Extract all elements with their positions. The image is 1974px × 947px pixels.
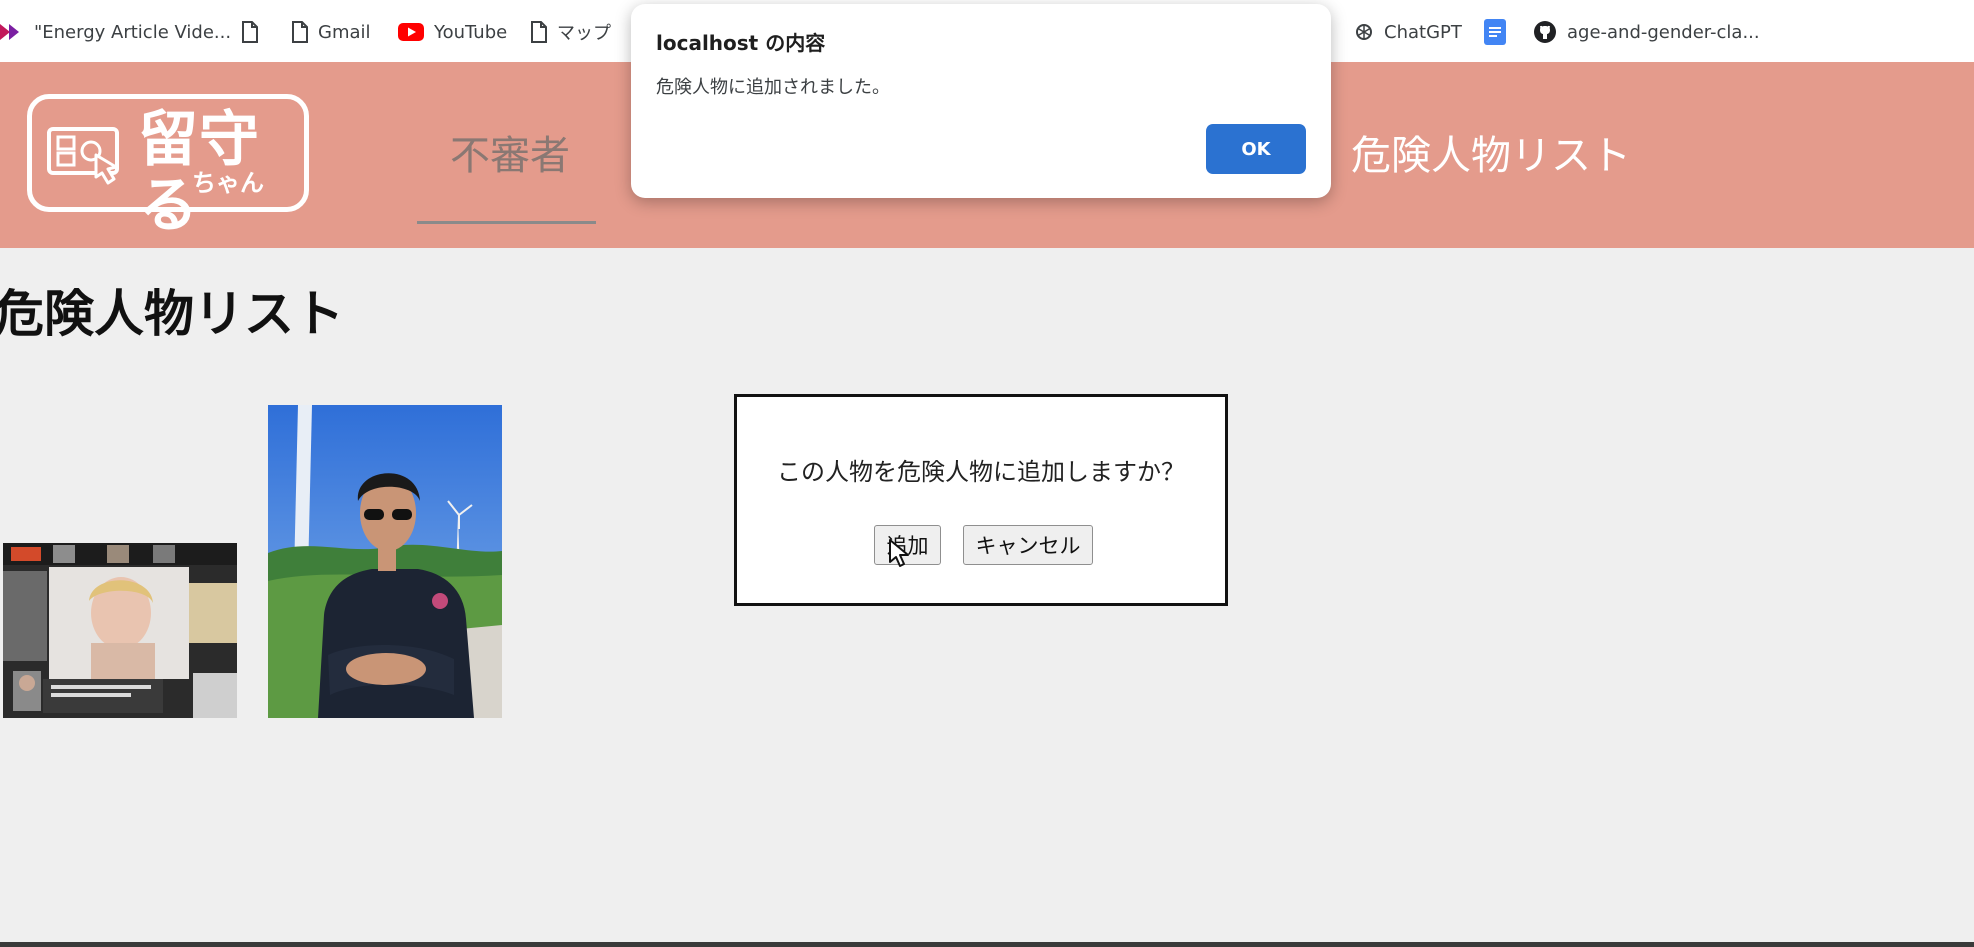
bookmark-label: "Energy Article Vide... — [34, 21, 232, 43]
document-icon — [292, 21, 308, 43]
page-title: 危険人物リスト — [0, 285, 344, 343]
bookmark-gmail[interactable]: Gmail — [292, 18, 371, 46]
bookmark-youtube[interactable]: YouTube — [398, 18, 507, 46]
arrow-bookmark-icon — [0, 22, 24, 42]
logo-subtitle: ちゃん — [192, 169, 264, 197]
bookmark-label: マップ — [557, 23, 611, 44]
bookmark-energy-article[interactable]: "Energy Article Vide... — [0, 18, 231, 46]
bookmark-docs[interactable] — [1484, 18, 1516, 46]
bookmark-maps[interactable]: マップ — [531, 18, 611, 46]
bookmark-label: age-and-gender-cla... — [1567, 21, 1760, 43]
modal-message: この人物を危険人物に追加しますか？ — [777, 458, 1185, 486]
nav-active-indicator — [417, 221, 596, 224]
youtube-icon — [398, 23, 424, 41]
confirm-modal: この人物を危険人物に追加しますか？ 追加 キャンセル — [734, 394, 1228, 606]
github-icon — [1533, 20, 1557, 44]
touch-panel-icon — [46, 121, 126, 191]
docs-icon — [1484, 19, 1506, 45]
bookmark-chatgpt[interactable]: ChatGPT — [1354, 18, 1462, 46]
person-photo[interactable] — [268, 405, 502, 718]
window-bottom-border — [0, 942, 1974, 947]
chatgpt-icon — [1354, 22, 1374, 42]
bookmark-document[interactable] — [242, 18, 268, 46]
browser-alert-dialog: localhost の内容 危険人物に追加されました。 OK — [631, 4, 1331, 198]
bookmark-github-repo[interactable]: age-and-gender-cla... — [1533, 18, 1760, 46]
cancel-button[interactable]: キャンセル — [963, 525, 1093, 565]
mouse-cursor-icon — [888, 538, 910, 572]
app-logo[interactable]: 留守る ちゃん — [27, 94, 309, 239]
alert-title: localhost の内容 — [656, 31, 826, 55]
nav-tab-suspicious[interactable]: 不審者 — [450, 132, 570, 180]
nav-tab-dangerous-list[interactable]: 危険人物リスト — [1351, 132, 1631, 180]
document-icon — [242, 21, 258, 43]
bookmark-label: ChatGPT — [1384, 21, 1462, 43]
alert-message: 危険人物に追加されました。 — [656, 77, 890, 98]
bookmark-label: Gmail — [318, 21, 371, 43]
bookmark-label: YouTube — [434, 21, 508, 43]
document-icon — [531, 21, 547, 43]
ok-button[interactable]: OK — [1206, 124, 1306, 174]
person-photo[interactable] — [3, 543, 237, 718]
